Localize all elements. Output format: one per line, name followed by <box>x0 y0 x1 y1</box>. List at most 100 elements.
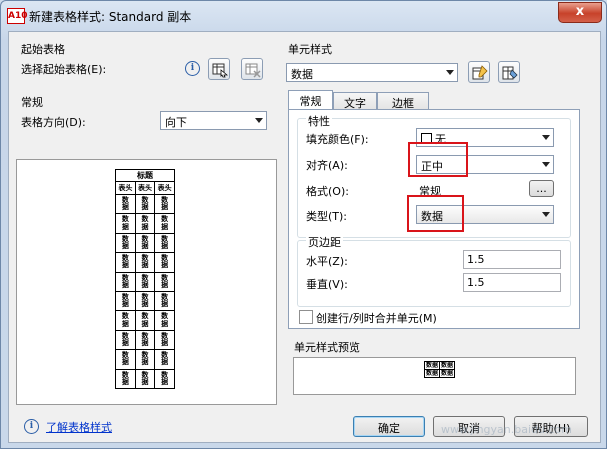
preview-data-cell: 数据 <box>154 193 175 215</box>
chevron-down-icon <box>542 162 550 167</box>
help-info-icon: i <box>24 419 39 434</box>
color-swatch-icon <box>421 133 432 144</box>
format-browse-button[interactable]: ... <box>529 180 554 197</box>
vertical-margin-label: 垂直(V): <box>306 278 348 291</box>
preview-data-cell: 数据 <box>115 349 136 370</box>
chevron-down-icon <box>542 135 550 140</box>
preview-data-row: 数据数据数据 <box>115 291 175 312</box>
alignment-label: 对齐(A): <box>306 159 348 172</box>
preview-data-cell: 数据 <box>134 271 156 293</box>
preview-data-cell: 数据 <box>154 349 175 370</box>
cell-style-select[interactable]: 数据 <box>286 63 458 82</box>
preview-data-cell: 数据 <box>154 232 175 254</box>
preview-table: 标题 表头 表头 表头 数据数据数据数据数据数据数据数据数据数据数据数据数据数据… <box>115 169 175 390</box>
preview-data-cell: 数据 <box>115 310 136 331</box>
mini-preview-cell: 数据 <box>439 369 456 378</box>
merge-cells-checkbox[interactable] <box>299 310 313 324</box>
preview-data-cell: 数据 <box>134 349 156 370</box>
cell-style-group-label: 单元样式 <box>288 43 332 56</box>
fill-color-value: 无 <box>435 133 446 146</box>
preview-data-cell: 数据 <box>154 368 175 390</box>
preview-data-cell: 数据 <box>115 193 136 215</box>
new-cell-style-button[interactable] <box>468 61 490 83</box>
manage-cell-styles-button[interactable] <box>498 61 520 83</box>
preview-header-cell: 表头 <box>154 181 175 195</box>
table-direction-label: 表格方向(D): <box>21 116 86 129</box>
preview-data-row: 数据数据数据 <box>115 232 175 254</box>
preview-data-cell: 数据 <box>134 310 156 331</box>
type-label: 类型(T): <box>306 210 348 223</box>
preview-data-cell: 数据 <box>115 291 136 312</box>
tab-general[interactable]: 常规 <box>288 90 333 110</box>
preview-data-cell: 数据 <box>115 271 136 293</box>
preview-data-row: 数据数据数据 <box>115 193 175 215</box>
starting-table-group-label: 起始表格 <box>21 43 65 56</box>
cell-style-preview: 数据 数据 数据 数据 <box>293 357 576 395</box>
margins-group-label: 页边距 <box>306 234 343 250</box>
mini-preview-cell: 数据 <box>423 369 441 378</box>
chevron-down-icon <box>255 118 263 123</box>
table-direction-value: 向下 <box>165 116 187 129</box>
type-select[interactable]: 数据 <box>416 205 554 224</box>
chevron-down-icon <box>446 70 454 75</box>
mini-preview-cell: 数据 <box>423 361 441 370</box>
select-starting-table-label: 选择起始表格(E): <box>21 63 107 76</box>
dialog-client: 起始表格 选择起始表格(E): i 常规 表格方向(D): 向下 标题 表头 表… <box>8 31 601 443</box>
alignment-value: 正中 <box>421 160 443 173</box>
preview-data-cell: 数据 <box>154 291 175 312</box>
preview-data-cell: 数据 <box>134 329 156 351</box>
preview-data-row: 数据数据数据 <box>115 368 175 390</box>
fill-color-select[interactable]: 无 <box>416 128 554 147</box>
select-table-button[interactable] <box>208 58 230 80</box>
preview-data-cell: 数据 <box>154 213 175 234</box>
chevron-down-icon <box>542 212 550 217</box>
fill-color-label: 填充颜色(F): <box>306 133 369 146</box>
learn-table-styles-link[interactable]: 了解表格样式 <box>46 419 112 435</box>
horizontal-margin-label: 水平(Z): <box>306 255 348 268</box>
preview-data-cell: 数据 <box>134 213 156 234</box>
preview-data-cell: 数据 <box>134 232 156 254</box>
preview-title-cell: 标题 <box>115 169 175 182</box>
preview-data-cell: 数据 <box>115 329 136 351</box>
vertical-margin-input[interactable]: 1.5 <box>463 273 561 292</box>
preview-data-cell: 数据 <box>154 271 175 293</box>
merge-cells-label: 创建行/列时合并单元(M) <box>316 312 437 325</box>
preview-data-row: 数据数据数据 <box>115 310 175 331</box>
autocad-app-icon: A10 <box>7 8 28 24</box>
preview-data-cell: 数据 <box>134 368 156 390</box>
alignment-select[interactable]: 正中 <box>416 155 554 174</box>
window-title: 新建表格样式: Standard 副本 <box>29 10 192 24</box>
title-bar: A10 新建表格样式: Standard 副本 x <box>1 1 606 31</box>
mini-preview-cell: 数据 <box>439 361 456 370</box>
preview-data-row: 数据数据数据 <box>115 213 175 234</box>
watermark-text: www.jingyan.baidu.com <box>441 423 572 436</box>
preview-data-cell: 数据 <box>134 193 156 215</box>
tab-text[interactable]: 文字 <box>333 92 377 110</box>
format-value: 常规 <box>419 185 441 198</box>
info-icon[interactable]: i <box>185 61 200 76</box>
cell-style-value: 数据 <box>291 68 313 81</box>
dialog-window: A10 新建表格样式: Standard 副本 x 起始表格 选择起始表格(E)… <box>0 0 607 449</box>
horizontal-margin-input[interactable]: 1.5 <box>463 250 561 269</box>
ok-button[interactable]: 确定 <box>353 416 425 437</box>
tab-page-general: 特性 填充颜色(F): 无 对齐(A): 正中 格式(O): 常规 ... 类型… <box>288 109 580 329</box>
preview-data-row: 数据数据数据 <box>115 329 175 351</box>
preview-data-row: 数据数据数据 <box>115 349 175 370</box>
type-value: 数据 <box>421 210 443 223</box>
general-group-label: 常规 <box>21 96 43 109</box>
table-remove-icon <box>245 63 261 78</box>
preview-data-cell: 数据 <box>115 213 136 234</box>
mini-preview-table: 数据 数据 数据 数据 <box>423 361 456 378</box>
table-direction-select[interactable]: 向下 <box>160 111 267 130</box>
remove-table-button[interactable] <box>241 58 263 80</box>
close-button[interactable]: x <box>558 2 602 23</box>
properties-group-label: 特性 <box>306 113 332 129</box>
table-preview: 标题 表头 表头 表头 数据数据数据数据数据数据数据数据数据数据数据数据数据数据… <box>16 159 277 405</box>
preview-header-cell: 表头 <box>134 181 156 195</box>
cell-style-preview-label: 单元样式预览 <box>294 341 360 354</box>
tab-border[interactable]: 边框 <box>377 92 429 110</box>
preview-data-cell: 数据 <box>134 291 156 312</box>
preview-data-cell: 数据 <box>134 252 156 273</box>
preview-data-cell: 数据 <box>115 232 136 254</box>
preview-data-cell: 数据 <box>115 368 136 390</box>
